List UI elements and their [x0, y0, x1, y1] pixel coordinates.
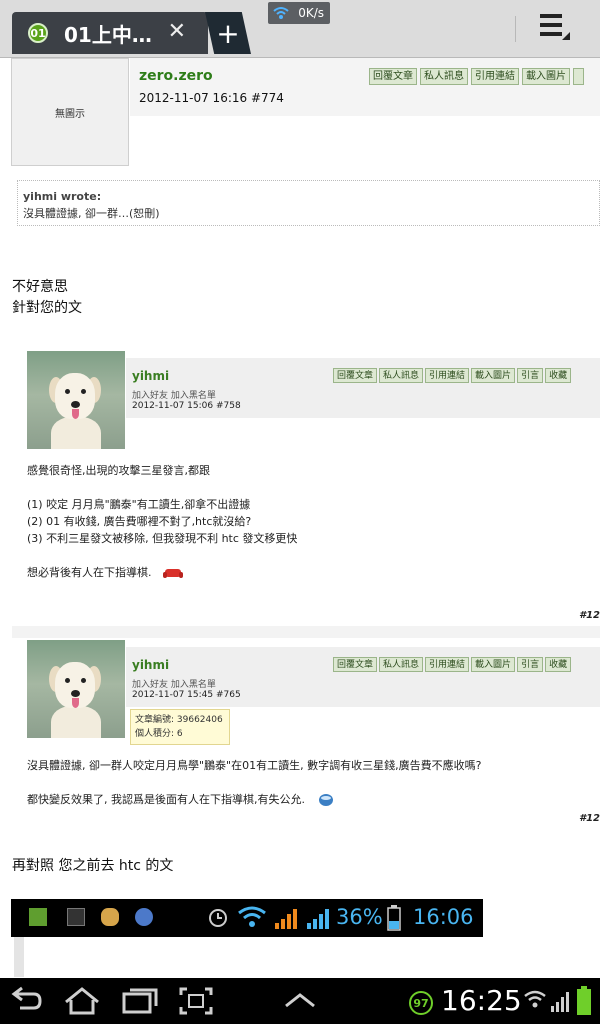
- avatar: 無圖示: [11, 58, 129, 166]
- load-images-button[interactable]: 載入圖片: [522, 68, 570, 85]
- screenshot-icon[interactable]: [178, 986, 214, 1016]
- embedded-author: yihmi: [132, 658, 170, 672]
- post-body-line: 針對您的文: [12, 300, 82, 316]
- embedded-action: 載入圖片: [471, 368, 516, 383]
- browser-menu-icon[interactable]: [540, 14, 574, 44]
- embedded-action: 引言: [517, 657, 544, 672]
- embedded-action: 回覆文章: [333, 657, 378, 672]
- browser-tab-bar: 01 01上中… ✕ + 0K/s: [0, 0, 600, 58]
- embedded-friend-links: 加入好友 加入黑名單: [132, 391, 216, 401]
- embedded-action: 私人訊息: [379, 657, 424, 672]
- post-action-buttons: 回覆文章 私人訊息 引用連結 載入圖片: [369, 68, 585, 85]
- toolbar-divider: [515, 16, 516, 42]
- quote-link-button[interactable]: 引用連結: [471, 68, 519, 85]
- quote-text: 沒具體證據, 卻一群…(恕刪): [23, 207, 160, 220]
- app-icon: [67, 908, 85, 926]
- private-message-button[interactable]: 私人訊息: [420, 68, 468, 85]
- embedded-screen-body: [11, 937, 600, 977]
- home-icon[interactable]: [62, 986, 102, 1016]
- chevron-up-icon[interactable]: [284, 992, 316, 1008]
- embedded-action: 引用連結: [425, 368, 470, 383]
- embedded-author: yihmi: [132, 369, 170, 383]
- reply-button[interactable]: 回覆文章: [369, 68, 417, 85]
- avatar: [27, 640, 125, 738]
- embedded-action: 載入圖片: [471, 657, 516, 672]
- wifi-icon: [238, 906, 266, 927]
- browser-tab[interactable]: 01 01上中… ✕: [12, 12, 208, 54]
- embedded-date: 2012-11-07 15:45 #765: [132, 690, 241, 700]
- app-icon: [135, 908, 153, 926]
- system-nav-bar: 97 16:25: [0, 978, 600, 1024]
- quote-author: yihmi wrote:: [23, 190, 102, 203]
- embedded-action: 收藏: [545, 657, 572, 672]
- embedded-action-buttons: 回覆文章 私人訊息 引用連結 載入圖片 引言 收藏: [333, 368, 572, 383]
- embedded-action-buttons: 回覆文章 私人訊息 引用連結 載入圖片 引言 收藏: [333, 657, 572, 672]
- tab-title: 01上中…: [64, 22, 152, 47]
- menu-corner-icon: [562, 32, 570, 40]
- embedded-page-tag: #12: [579, 610, 600, 621]
- app-icon: [29, 908, 47, 926]
- post-author-link[interactable]: zero.zero: [139, 68, 213, 84]
- post-body-line: 不好意思: [12, 279, 68, 295]
- embedded-screenshot: yihmi 加入好友 加入黑名單 2012-11-07 15:06 #758 回…: [12, 338, 600, 838]
- avatar: [27, 351, 125, 449]
- post-meta-band: [130, 58, 600, 116]
- embedded-divider: [12, 626, 600, 638]
- alarm-icon: [209, 909, 227, 927]
- burger-icon: [101, 908, 119, 926]
- embedded-battery-percent: 36%: [336, 905, 383, 929]
- teacup-emoji-icon: [318, 794, 333, 806]
- quote-block: yihmi wrote: 沒具體證據, 卻一群…(恕刪): [17, 180, 600, 226]
- embedded-clock: 16:06: [413, 905, 474, 929]
- new-tab-button[interactable]: +: [205, 12, 251, 54]
- battery-level-badge: 97: [409, 991, 433, 1015]
- embedded-post-text: 沒具體證據, 卻一群人咬定月月鳥學"鵬泰"在01有工讀生, 數字調有收三星錢,廣…: [27, 759, 482, 806]
- close-tab-icon[interactable]: ✕: [168, 20, 186, 44]
- post-date: 2012-11-07 16:16 #774: [139, 91, 284, 105]
- embedded-status-bar: 36% 16:06: [11, 899, 483, 937]
- sofa-emoji-icon: [163, 569, 183, 578]
- embedded-tooltip: 文章編號: 39662406 個人積分: 6: [130, 709, 230, 745]
- embedded-action: 回覆文章: [333, 368, 378, 383]
- embedded-date: 2012-11-07 15:06 #758: [132, 401, 241, 411]
- embedded-page-tag: #12: [579, 813, 600, 824]
- embedded-action: 私人訊息: [379, 368, 424, 383]
- post-body-line: 再對照 您之前去 htc 的文: [12, 858, 174, 874]
- signal-blue-icon: [307, 909, 329, 929]
- network-speed-badge: 0K/s: [268, 2, 330, 24]
- recent-apps-icon[interactable]: [120, 986, 160, 1016]
- wifi-icon: [273, 7, 289, 19]
- embedded-post-text: 感覺很奇怪,出現的攻擊三星發言,都跟 (1) 咬定 月月鳥"鵬泰"有工讀生,卻拿…: [27, 464, 298, 579]
- wifi-icon: [524, 990, 546, 1008]
- embedded-action: 引言: [517, 368, 544, 383]
- signal-orange-icon: [275, 909, 297, 929]
- back-icon[interactable]: [10, 986, 44, 1016]
- embedded-action: 收藏: [545, 368, 572, 383]
- embedded-action: 引用連結: [425, 657, 470, 672]
- embedded-friend-links: 加入好友 加入黑名單: [132, 680, 216, 690]
- signal-icon: [551, 992, 569, 1012]
- system-clock: 16:25: [441, 984, 522, 1017]
- battery-icon: [577, 986, 591, 1015]
- network-speed-text: 0K/s: [298, 6, 324, 20]
- site-favicon-icon: 01: [28, 23, 48, 43]
- battery-icon: [387, 905, 401, 931]
- more-action-button[interactable]: [573, 68, 585, 85]
